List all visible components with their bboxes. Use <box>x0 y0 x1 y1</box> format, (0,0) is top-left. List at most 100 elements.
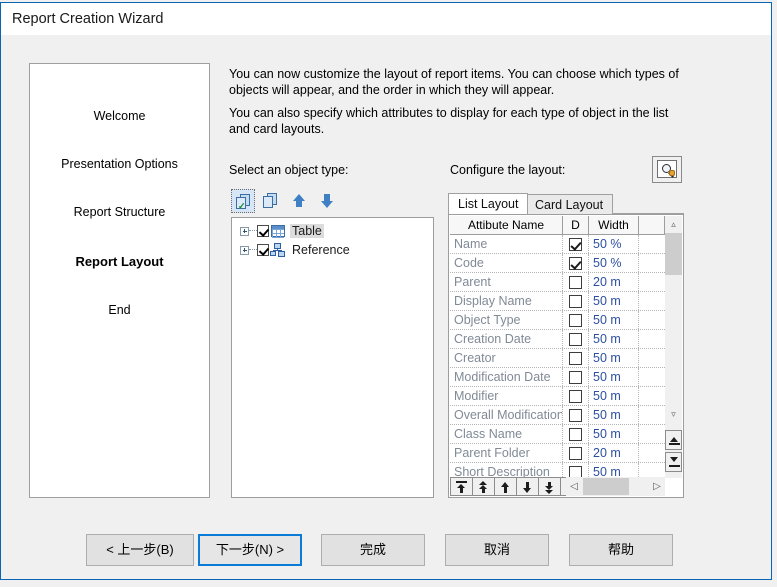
expand-plus-icon[interactable] <box>240 245 249 255</box>
tree-item-table[interactable]: Table <box>240 222 324 240</box>
instructions-text: You can now customize the layout of repo… <box>229 67 684 137</box>
grid-header-spacer <box>639 216 665 235</box>
hscrollbar-thumb[interactable] <box>583 478 629 495</box>
display-checkbox[interactable] <box>569 332 582 346</box>
grid-cell-display[interactable] <box>563 254 589 272</box>
display-checkbox[interactable] <box>569 408 582 422</box>
grid-header-display[interactable]: D <box>563 216 589 235</box>
grid-cell-display[interactable] <box>563 330 589 348</box>
display-checkbox[interactable] <box>569 446 582 460</box>
grid-row[interactable]: Creation Date 50 m <box>450 330 665 349</box>
tab-card-layout[interactable]: Card Layout <box>525 194 614 214</box>
display-checkbox[interactable] <box>569 275 582 289</box>
grid-row[interactable]: Parent Folder 20 m <box>450 444 665 463</box>
move-to-bottom-button[interactable] <box>665 452 682 472</box>
preview-layout-button[interactable] <box>652 156 682 183</box>
wizard-step-report-structure[interactable]: Report Structure <box>30 205 209 219</box>
grid-vertical-scrollbar[interactable]: ▵ ▿ <box>665 216 682 478</box>
display-checkbox[interactable] <box>569 427 582 441</box>
display-checkbox[interactable] <box>569 389 582 403</box>
grid-cell-attribute-name: Display Name <box>450 292 563 310</box>
grid-cell-spacer <box>639 463 665 478</box>
scroll-right-icon[interactable]: ▷ <box>649 477 665 496</box>
select-all-button[interactable]: ✓ <box>231 189 255 213</box>
grid-cell-width: 50 m <box>589 387 639 405</box>
display-checkbox[interactable] <box>569 351 582 365</box>
display-checkbox[interactable] <box>569 313 582 327</box>
deselect-all-icon <box>263 193 278 208</box>
scroll-left-icon[interactable]: ◁ <box>566 477 582 496</box>
finish-button[interactable]: 完成 <box>321 534 425 566</box>
grid-row[interactable]: Name 50 % <box>450 235 665 254</box>
display-checkbox[interactable] <box>569 370 582 384</box>
grid-rows-container[interactable]: Name 50 % Code 50 % Parent 20 m Display Name 50… <box>450 235 665 478</box>
move-to-top-button[interactable] <box>665 430 682 450</box>
grid-cell-display[interactable] <box>563 406 589 424</box>
grid-row[interactable]: Object Type 50 m <box>450 311 665 330</box>
display-checkbox[interactable] <box>569 256 582 270</box>
cancel-button[interactable]: 取消 <box>445 534 549 566</box>
next-button[interactable]: 下一步(N) > <box>198 534 302 566</box>
grid-row[interactable]: Creator 50 m <box>450 349 665 368</box>
reference-icon <box>270 243 286 257</box>
grid-cell-display[interactable] <box>563 235 589 253</box>
grid-row[interactable]: Overall Modification 50 m <box>450 406 665 425</box>
grid-cell-display[interactable] <box>563 463 589 478</box>
tree-connector <box>249 230 257 232</box>
grid-row[interactable]: Short Description 50 m <box>450 463 665 478</box>
tree-item-reference[interactable]: Reference <box>240 241 352 259</box>
move-up-fast-button[interactable] <box>472 477 494 496</box>
grid-row[interactable]: Modification Date 50 m <box>450 368 665 387</box>
object-type-tree[interactable]: Table Reference <box>231 217 434 498</box>
back-button[interactable]: < 上一步(B) <box>86 534 194 566</box>
display-checkbox[interactable] <box>569 294 582 308</box>
wizard-step-report-layout[interactable]: Report Layout <box>30 254 209 269</box>
grid-header-attribute-name[interactable]: Attibute Name <box>450 216 563 235</box>
grid-row[interactable]: Modifier 50 m <box>450 387 665 406</box>
grid-horizontal-scrollbar[interactable]: ◁ ▷ <box>566 477 665 496</box>
tab-list-layout[interactable]: List Layout <box>448 193 529 214</box>
move-up-button[interactable] <box>287 189 311 213</box>
grid-cell-attribute-name: Name <box>450 235 563 253</box>
help-button[interactable]: 帮助 <box>569 534 673 566</box>
wizard-step-welcome[interactable]: Welcome <box>30 109 209 123</box>
tree-item-label: Reference <box>292 243 350 257</box>
grid-cell-spacer <box>639 254 665 272</box>
move-up-button[interactable] <box>494 477 516 496</box>
object-type-label: Select an object type: <box>229 163 349 177</box>
move-down-fast-button[interactable] <box>538 477 560 496</box>
scroll-up-icon[interactable]: ▵ <box>665 216 682 233</box>
move-to-top-button[interactable] <box>450 477 472 496</box>
expand-plus-icon[interactable] <box>240 226 249 236</box>
scroll-down-icon[interactable]: ▿ <box>665 406 682 423</box>
grid-cell-width: 50 m <box>589 406 639 424</box>
move-down-button[interactable] <box>516 477 538 496</box>
scrollbar-thumb[interactable] <box>665 233 682 275</box>
object-type-toolbar: ✓ <box>231 189 341 213</box>
move-up-icon <box>293 193 305 208</box>
grid-cell-display[interactable] <box>563 368 589 386</box>
grid-row[interactable]: Code 50 % <box>450 254 665 273</box>
display-checkbox[interactable] <box>569 237 582 251</box>
grid-cell-display[interactable] <box>563 292 589 310</box>
grid-cell-display[interactable] <box>563 444 589 462</box>
grid-cell-width: 50 % <box>589 235 639 253</box>
grid-cell-display[interactable] <box>563 387 589 405</box>
deselect-all-button[interactable] <box>259 189 283 213</box>
grid-cell-display[interactable] <box>563 425 589 443</box>
grid-cell-spacer <box>639 292 665 310</box>
grid-cell-display[interactable] <box>563 273 589 291</box>
grid-row[interactable]: Class Name 50 m <box>450 425 665 444</box>
grid-cell-display[interactable] <box>563 349 589 367</box>
wizard-step-presentation-options[interactable]: Presentation Options <box>30 157 209 171</box>
grid-header-width[interactable]: Width <box>589 216 639 235</box>
grid-row[interactable]: Parent 20 m <box>450 273 665 292</box>
tree-checkbox[interactable] <box>257 225 269 237</box>
grid-cell-display[interactable] <box>563 311 589 329</box>
tree-checkbox[interactable] <box>257 244 269 256</box>
move-down-button[interactable] <box>315 189 339 213</box>
wizard-step-end[interactable]: End <box>30 303 209 317</box>
grid-cell-attribute-name: Creation Date <box>450 330 563 348</box>
grid-row[interactable]: Display Name 50 m <box>450 292 665 311</box>
grid-header-row: Attibute Name D Width <box>450 216 665 235</box>
